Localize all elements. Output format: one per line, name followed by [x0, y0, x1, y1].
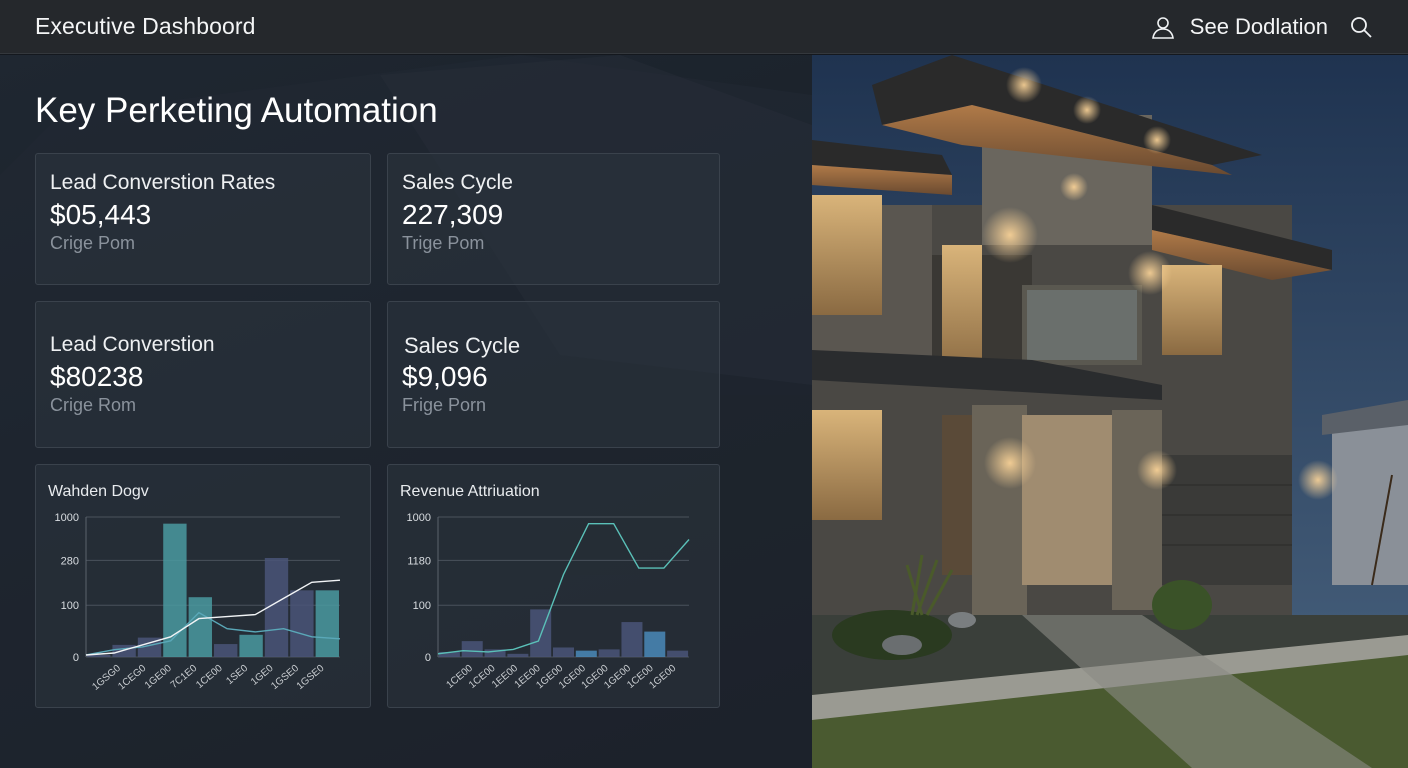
- chart-bar: [112, 644, 136, 657]
- user-menu-label[interactable]: See Dodlation: [1190, 14, 1328, 40]
- kpi-label: Lead Converstion: [50, 333, 215, 356]
- chart-bar: [575, 650, 597, 657]
- kpi-subtitle: Frige Porn: [402, 395, 487, 415]
- kpi-label: Sales Cycle: [404, 333, 521, 358]
- chart-title: Revenue Attriuation: [400, 483, 540, 500]
- kpi-subtitle: Crige Pom: [50, 233, 136, 253]
- x-tick-label: 1CEG0: [116, 663, 149, 693]
- x-tick-label: 1GSG0: [90, 663, 123, 693]
- user-icon[interactable]: [1150, 14, 1176, 40]
- house-photo: [812, 55, 1408, 768]
- chart-bar: [239, 634, 263, 657]
- y-tick-label: 0: [73, 652, 79, 664]
- y-tick-label: 1000: [407, 512, 431, 524]
- kpi-value: $9,096: [402, 361, 488, 392]
- kpi-value: $80238: [50, 361, 144, 392]
- x-tick-label: 1GE00: [143, 663, 174, 692]
- chart-bar: [315, 590, 339, 657]
- kpi-subtitle: Crige Rom: [50, 395, 137, 415]
- y-tick-label: 1000: [55, 512, 79, 524]
- kpi-label: Sales Cycle: [402, 171, 513, 194]
- kpi-value: $05,443: [50, 199, 152, 230]
- chart-bar: [507, 653, 529, 657]
- chart-bar: [667, 650, 689, 657]
- header-actions: See Dodlation: [1150, 14, 1374, 40]
- y-tick-label: 1180: [407, 555, 431, 567]
- chart-title: Wahden Dogv: [48, 483, 149, 500]
- x-tick-label: 1GSE0: [295, 663, 327, 692]
- kpi-label: Lead Converstion Rates: [50, 171, 276, 194]
- kpi-card-sales-cycle-2[interactable]: Sales Cycle $9,096 Frige Porn: [387, 301, 720, 448]
- x-tick-label: 1GE00: [647, 663, 678, 692]
- chart-bar: [553, 647, 574, 657]
- chart-bar: [598, 649, 620, 657]
- chart-bar: [214, 644, 238, 657]
- kpi-subtitle: Trige Pom: [402, 233, 485, 253]
- y-tick-label: 0: [425, 652, 431, 664]
- search-icon[interactable]: [1348, 14, 1374, 40]
- chart-svg: 100028010001GSG01CEG01GE007C1E01CE00 1SE0…: [55, 512, 341, 693]
- x-tick-label: 7C1E0: [169, 663, 200, 691]
- chart-bar: [621, 622, 643, 657]
- house-illustration: [812, 55, 1408, 768]
- chart-svg: 1000118010001CE001CE001EE001EE001GE001GE…: [407, 512, 690, 692]
- dashboard-pane: Key Perketing Automation Lead Converstio…: [0, 55, 812, 768]
- chart-card-wahden-dogv[interactable]: 1000 280 100 0 1GSG0 1CEG0 1GE00 7C1E0 1CE00 1SE0…: [35, 464, 371, 708]
- x-tick-label: 1GSE0: [269, 663, 301, 692]
- x-tick-label: 1CE00: [194, 663, 225, 691]
- x-tick-label: 1SE0: [224, 663, 250, 687]
- app-title: Executive Dashboord: [35, 13, 256, 39]
- kpi-value: 227,309: [402, 199, 504, 230]
- chart-bar: [461, 641, 483, 657]
- y-tick-label: 100: [413, 600, 431, 612]
- section-title: Key Perketing Automation: [35, 91, 438, 130]
- kpi-card-sales-cycle[interactable]: Sales Cycle 227,309 Trige Pom: [387, 153, 720, 285]
- chart-card-revenue-attribution[interactable]: 1000 1180 100 0 1CE00 1CE00 1EE00 1EE00 1GE00 1GE…: [387, 464, 720, 708]
- chart-bar: [644, 631, 666, 657]
- y-tick-label: 100: [61, 600, 79, 612]
- chart-bar: [290, 590, 314, 657]
- y-tick-label: 280: [61, 555, 79, 567]
- kpi-card-lead-conversion[interactable]: Lead Converstion $80238 Crige Rom: [35, 301, 371, 448]
- top-bar: Executive Dashboord See Dodlation: [0, 0, 1408, 54]
- kpi-card-lead-conversion-rates[interactable]: Lead Converstion Rates $05,443 Crige Pom: [35, 153, 371, 285]
- chart-bar: [188, 597, 212, 657]
